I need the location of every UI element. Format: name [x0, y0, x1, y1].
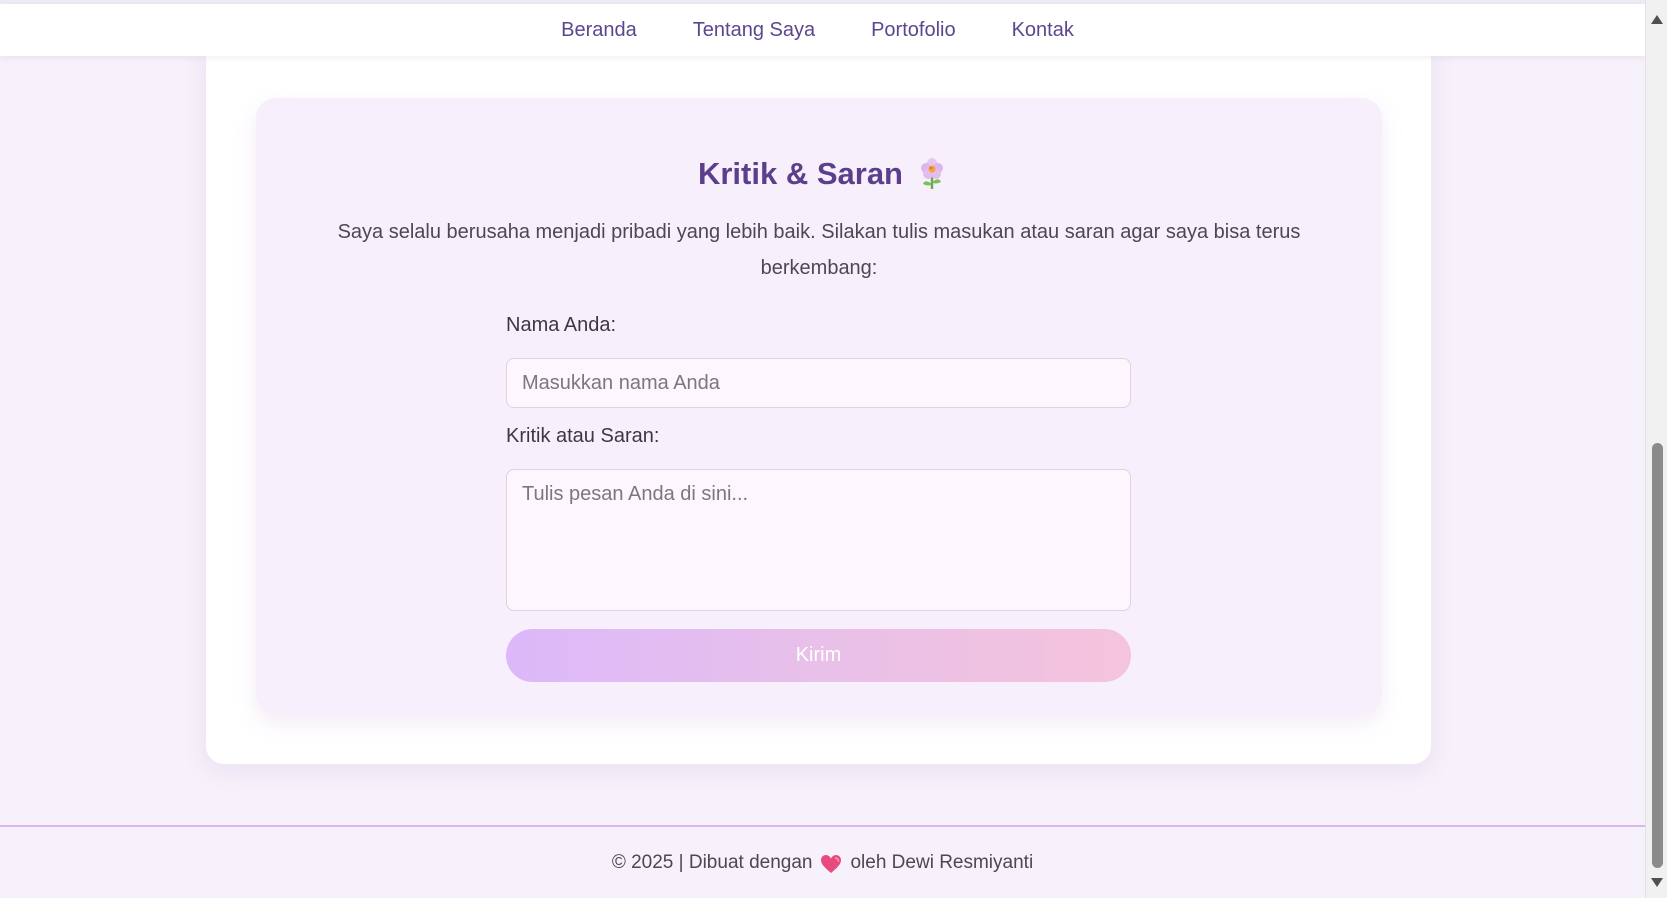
feedback-intro: Saya selalu berusaha menjadi pribadi yan… [337, 221, 1301, 279]
nav-link-portofolio[interactable]: Portofolio [871, 19, 956, 42]
scrollbar[interactable] [1645, 0, 1667, 898]
name-label: Nama Anda: [506, 314, 617, 336]
footer-text-prefix: © 2025 | Dibuat dengan [611, 851, 813, 873]
flower-icon [917, 157, 947, 191]
message-label: Kritik atau Saran: [506, 425, 660, 447]
page-viewport: Beranda Tentang Saya Portofolio Kontak K… [0, 0, 1645, 898]
footer-text-suffix: oleh Dewi Resmiyanti [850, 851, 1034, 873]
name-input[interactable] [506, 358, 1131, 408]
scrollbar-thumb[interactable] [1652, 443, 1663, 868]
heart-icon [820, 854, 842, 874]
message-textarea[interactable] [506, 469, 1131, 611]
nav-link-tentang-saya[interactable]: Tentang Saya [693, 19, 815, 42]
nav-link-beranda[interactable]: Beranda [561, 19, 637, 42]
feedback-title-row: Kritik & Saran [0, 156, 1645, 192]
nav-link-kontak[interactable]: Kontak [1012, 19, 1074, 42]
nav-list: Beranda Tentang Saya Portofolio Kontak [561, 19, 1074, 42]
navbar: Beranda Tentang Saya Portofolio Kontak [0, 4, 1645, 56]
footer: © 2025 | Dibuat dengan oleh Dewi Resmiya… [0, 827, 1645, 898]
scroll-up-icon[interactable] [1650, 12, 1664, 24]
feedback-title: Kritik & Saran [697, 156, 903, 191]
submit-button[interactable]: Kirim [506, 629, 1131, 682]
scroll-down-icon[interactable] [1650, 876, 1664, 888]
